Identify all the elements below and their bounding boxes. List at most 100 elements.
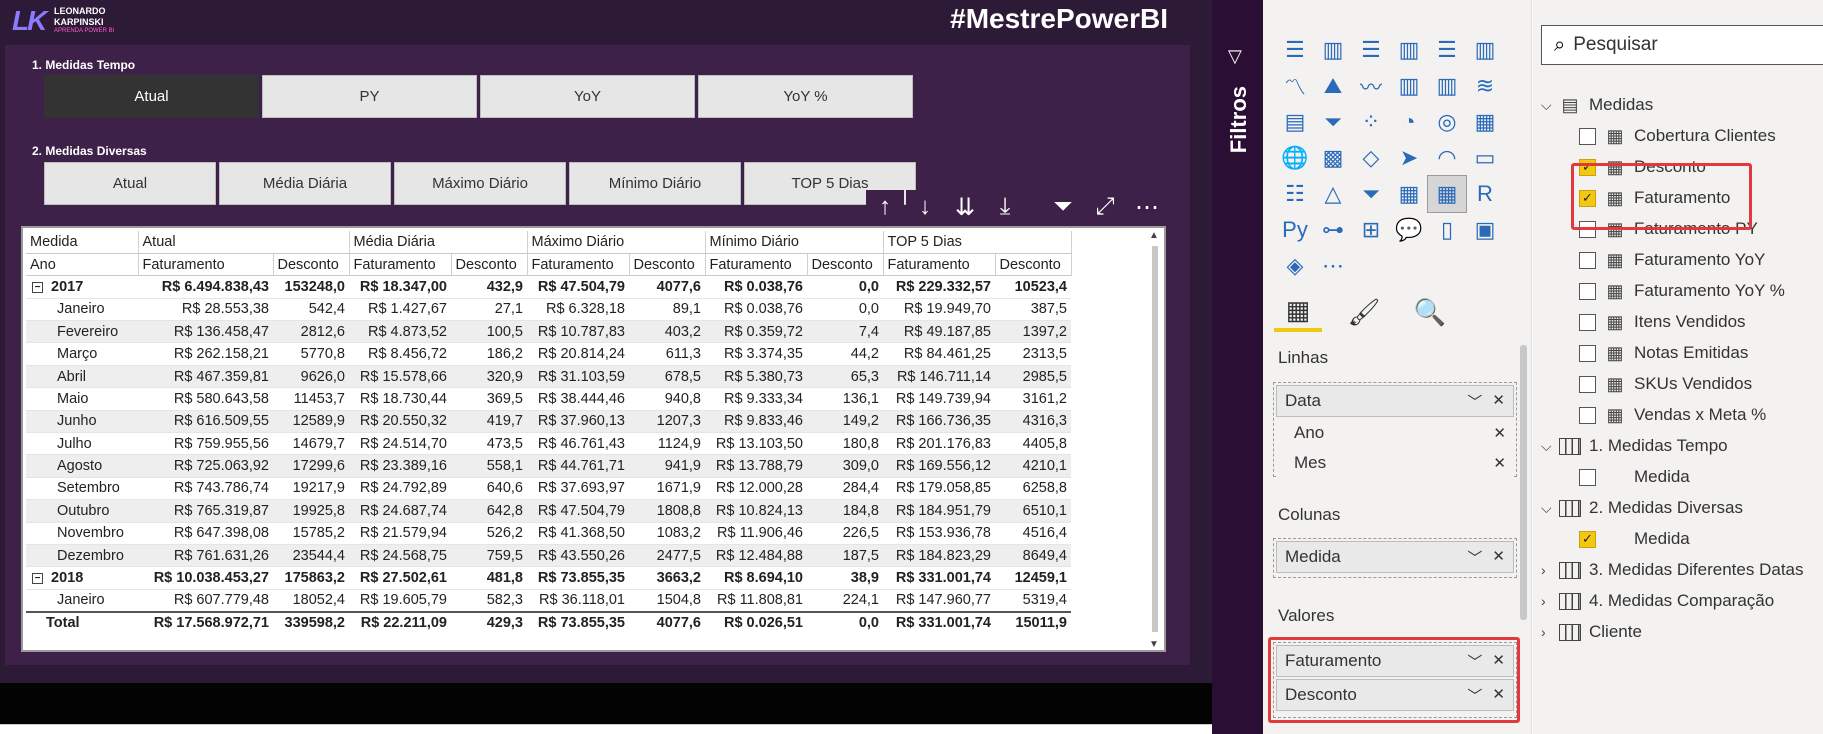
field-chip-data[interactable]: Data ﹀ ✕ — [1276, 385, 1514, 417]
power-apps-icon[interactable]: ▣ — [1466, 212, 1504, 248]
expand-all-icon[interactable]: ⤓ — [986, 190, 1024, 224]
card-icon[interactable]: ▭ — [1466, 140, 1504, 176]
r-visual-icon[interactable]: R — [1466, 176, 1504, 212]
100-column-icon[interactable]: ▥ — [1466, 32, 1504, 68]
python-visual-icon[interactable]: Py — [1276, 212, 1314, 248]
scroll-up-icon[interactable]: ▲ — [1149, 230, 1159, 241]
close-icon[interactable]: ✕ — [1492, 547, 1505, 568]
field-checkbox[interactable] — [1579, 282, 1596, 300]
slicer-option[interactable]: Mínimo Diário — [569, 162, 741, 205]
chevron-down-icon[interactable]: ⌵ — [1541, 97, 1559, 114]
field-item[interactable]: ▦ Cobertura Clientes — [1579, 121, 1776, 151]
multirow-card-icon[interactable]: ☷ — [1276, 176, 1314, 212]
power-automate-icon[interactable]: ◈ — [1276, 248, 1314, 284]
matrix-row[interactable]: Novembro R$ 647.398,08 15785,2 R$ 21.579,94… — [26, 522, 1071, 545]
gauge-icon[interactable]: ◠ — [1428, 140, 1466, 176]
field-table-item[interactable]: ⌵ 1. Medidas Tempo — [1541, 431, 1728, 461]
chevron-right-icon[interactable]: › — [1541, 562, 1559, 578]
collapse-icon[interactable]: − — [32, 281, 43, 293]
slicer-option[interactable]: Atual — [44, 162, 216, 205]
matrix-row[interactable]: Maio R$ 580.643,58 11453,7 R$ 18.730,44 369,… — [26, 387, 1071, 411]
matrix-row[interactable]: Dezembro R$ 761.631,26 23544,4 R$ 24.568,75… — [26, 544, 1071, 568]
matrix-visual[interactable]: Medida Atual Média Diária Máximo Diário Míni… — [21, 226, 1166, 652]
matrix-row[interactable]: Março R$ 262.158,21 5770,8 R$ 8.456,72 186,2… — [26, 342, 1071, 366]
field-item[interactable]: Medida — [1579, 462, 1690, 492]
line-column-icon[interactable]: ▥ — [1390, 68, 1428, 104]
slicer-option[interactable]: YoY % — [698, 75, 913, 118]
close-icon[interactable]: ✕ — [1493, 454, 1506, 472]
matrix-row[interactable]: Janeiro R$ 607.779,48 18052,4 R$ 19.605,79 5… — [26, 589, 1071, 613]
matrix-row[interactable]: Setembro R$ 743.786,74 19217,9 R$ 24.792,89… — [26, 477, 1071, 501]
matrix-year-row[interactable]: −2018 R$ 10.038.453,27 175863,2 R$ 27.502,6… — [26, 566, 1071, 590]
focus-mode-icon[interactable]: ⤢ — [1086, 190, 1124, 224]
more-visuals-icon[interactable]: ⋯ — [1314, 248, 1352, 284]
filter-visual-icon[interactable]: ⏷ — [1044, 190, 1082, 224]
matrix-scrollbar[interactable]: ▲ ▼ — [1148, 230, 1162, 650]
pie-chart-icon[interactable]: ◔ — [1390, 104, 1428, 140]
field-chip-ano[interactable]: Ano ✕ — [1276, 419, 1514, 447]
field-checkbox[interactable]: ✓ — [1579, 530, 1596, 548]
scroll-thumb[interactable] — [1152, 246, 1158, 632]
area-chart-icon[interactable]: ⛰ — [1314, 68, 1352, 104]
well-colunas[interactable]: Medida ﹀ ✕ — [1273, 538, 1517, 578]
format-tab-icon[interactable]: 🖌 — [1340, 292, 1388, 332]
line-clustered-icon[interactable]: ▥ — [1428, 68, 1466, 104]
donut-chart-icon[interactable]: ◎ — [1428, 104, 1466, 140]
close-icon[interactable]: ✕ — [1492, 391, 1505, 412]
map-icon[interactable]: 🌐 — [1276, 140, 1314, 176]
matrix-row[interactable]: Julho R$ 759.955,56 14679,7 R$ 24.514,70 473… — [26, 432, 1071, 456]
100-bar-icon[interactable]: ☰ — [1428, 32, 1466, 68]
stacked-area-icon[interactable]: 〰 — [1352, 68, 1390, 104]
field-table-item[interactable]: › 3. Medidas Diferentes Datas — [1541, 555, 1804, 585]
matrix-row[interactable]: Fevereiro R$ 136.458,47 2812,6 R$ 4.873,52 1… — [26, 320, 1071, 344]
field-table-item[interactable]: › Cliente — [1541, 617, 1642, 647]
field-checkbox[interactable] — [1579, 313, 1596, 331]
field-table-item[interactable]: ⌵ 2. Medidas Diversas — [1541, 493, 1743, 523]
ribbon-chart-icon[interactable]: ≋ — [1466, 68, 1504, 104]
drill-down-icon[interactable]: ↓ — [906, 190, 944, 224]
kpi-icon[interactable]: △ — [1314, 176, 1352, 212]
matrix-icon[interactable]: ▦ — [1427, 175, 1467, 213]
line-chart-icon[interactable]: 〽 — [1276, 68, 1314, 104]
field-checkbox[interactable] — [1579, 344, 1596, 362]
qa-icon[interactable]: 💬 — [1390, 212, 1428, 248]
filled-map-icon[interactable]: ▩ — [1314, 140, 1352, 176]
drill-up-icon[interactable]: ↑ — [866, 190, 904, 224]
field-item[interactable]: ▦ Itens Vendidos — [1579, 307, 1746, 337]
fields-tab-icon[interactable]: ▦ — [1274, 292, 1322, 332]
slicer-option[interactable]: Atual — [44, 75, 259, 118]
field-item[interactable]: ✓ Medida — [1579, 524, 1690, 554]
treemap-icon[interactable]: ▦ — [1466, 104, 1504, 140]
chevron-right-icon[interactable]: › — [1541, 593, 1559, 609]
waterfall-icon[interactable]: ▤ — [1276, 104, 1314, 140]
field-table-item[interactable]: ⌵ ▤ Medidas — [1541, 90, 1653, 120]
paginated-report-icon[interactable]: ▯ — [1428, 212, 1466, 248]
funnel-icon[interactable]: ⏷ — [1314, 104, 1352, 140]
matrix-year-row[interactable]: −2017 R$ 6.494.838,43 153248,0 R$ 18.347,00… — [26, 275, 1071, 299]
slicer-option[interactable]: Máximo Diário — [394, 162, 566, 205]
slicer-option[interactable]: YoY — [480, 75, 695, 118]
azure-map-icon[interactable]: ➤ — [1390, 140, 1428, 176]
field-chip-mes[interactable]: Mes ✕ — [1276, 449, 1514, 477]
field-item[interactable]: ▦ Faturamento YoY — [1579, 245, 1765, 275]
stacked-bar-icon[interactable]: ☰ — [1276, 32, 1314, 68]
chevron-down-icon[interactable]: ﹀ — [1467, 547, 1482, 568]
chevron-down-icon[interactable]: ⌵ — [1541, 500, 1559, 517]
slicer-option[interactable]: Média Diária — [219, 162, 391, 205]
scroll-down-icon[interactable]: ▼ — [1149, 639, 1159, 650]
clustered-column-icon[interactable]: ▥ — [1390, 32, 1428, 68]
matrix-row[interactable]: Abril R$ 467.359,81 9626,0 R$ 15.578,66 320,… — [26, 365, 1071, 389]
field-item[interactable]: ▦ Vendas x Meta % — [1579, 400, 1766, 430]
field-checkbox[interactable] — [1579, 375, 1596, 393]
field-checkbox[interactable] — [1579, 127, 1596, 145]
next-level-icon[interactable]: ⇊ — [946, 190, 984, 224]
decomposition-tree-icon[interactable]: ⊞ — [1352, 212, 1390, 248]
field-checkbox[interactable] — [1579, 468, 1596, 486]
key-influencers-icon[interactable]: ⊶ — [1314, 212, 1352, 248]
field-item[interactable]: ▦ Faturamento YoY % — [1579, 276, 1785, 306]
field-chip-medida[interactable]: Medida ﹀ ✕ — [1276, 541, 1514, 573]
field-table-item[interactable]: › 4. Medidas Comparação — [1541, 586, 1774, 616]
pane-scrollbar[interactable] — [1520, 345, 1527, 620]
search-input[interactable]: ⌕ Pesquisar — [1541, 25, 1823, 65]
chevron-right-icon[interactable]: › — [1541, 624, 1559, 640]
